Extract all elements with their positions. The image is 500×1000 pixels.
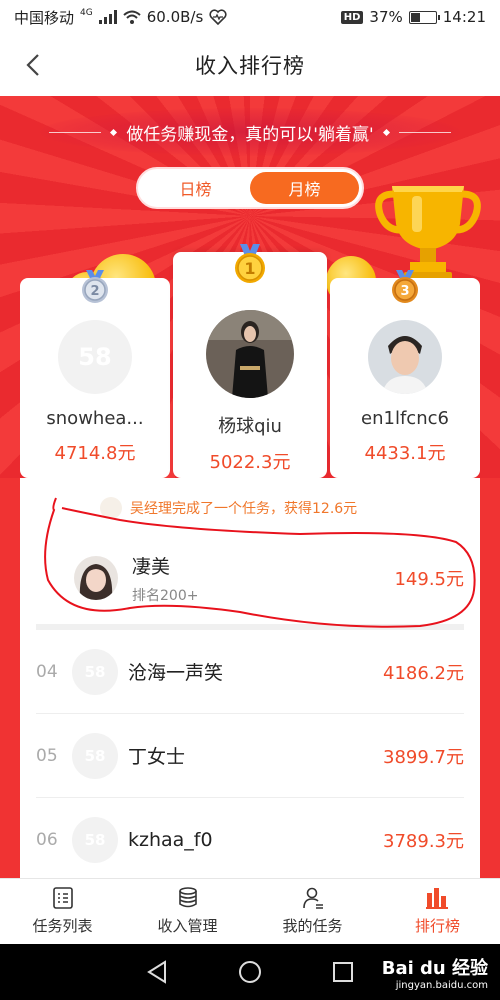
rank-number: 05 [36,745,58,766]
avatar [368,320,442,394]
avatar [206,310,294,398]
coins-stack-icon [178,887,197,908]
ticker-text: 吴经理完成了一个任务，获得12.6元 [130,501,358,517]
recents-square-icon[interactable] [332,961,354,983]
ticker-avatar [100,497,122,519]
chevron-left-icon [26,54,39,76]
carrier-label: 中国移动 [14,8,75,27]
medal-rank-number: 2 [90,284,99,299]
podium-card-first[interactable]: 1 杨球qiu 5022.3元 [173,244,327,478]
bottom-tab-bar: 任务列表 收入管理 我的任务 排行榜 [0,878,500,944]
rank-name: kzhaa_f0 [128,828,213,851]
page-title: 收入排行榜 [195,54,305,78]
period-toggle: 日榜 月榜 [136,167,364,209]
network-speed: 60.0B/s [146,8,204,26]
podium-name: en1lfcnc6 [361,408,449,429]
status-bar: 中国移动 4G 60.0B/s HD 37% 14:21 [0,0,500,34]
medal-bronze-icon: 3 [392,270,418,303]
avatar: 58 [72,732,118,779]
podium-name: 杨球qiu [218,416,282,437]
rank-amount: 4186.2元 [383,662,464,684]
podium-amount: 5022.3元 [209,452,291,473]
my-rank: 排名200+ [132,587,199,604]
my-name: 凄美 [132,555,171,578]
podium-name: snowhea... [46,408,144,429]
tab-label: 收入管理 [157,917,218,935]
battery-percent: 37% [369,8,403,26]
tab-monthly[interactable]: 月榜 [250,172,359,204]
podium-card-third[interactable]: 3 en1lfcnc6 4433.1元 [330,270,480,478]
ranking-row[interactable]: 04 58 沧海一声笑 4186.2元 [36,630,464,714]
watermark-url: jingyan.baidu.com [395,980,488,991]
avatar: 58 [58,320,132,394]
medal-gold-icon: 1 [235,244,265,283]
tab-label: 排行榜 [414,917,460,935]
battery-icon [408,10,440,24]
signal-icon [98,10,117,24]
wifi-icon [123,10,141,24]
ranking-row[interactable]: 05 58 丁女士 3899.7元 [36,714,464,798]
task-list-icon [52,887,73,909]
watermark: Bai du 经验 jingyan.baidu.com [382,954,488,991]
trophy-icon [375,186,481,282]
hd-badge: HD [340,10,364,24]
clock: 14:21 [442,8,486,26]
slogan-banner: 做任务赚现金，真的可以'躺着赢' [40,108,460,156]
rank-name: 丁女士 [128,746,186,768]
user-photo [368,320,442,394]
back-button[interactable] [18,50,48,80]
network-label: 4G [80,8,93,18]
tab-label: 我的任务 [282,917,343,935]
tab-my-tasks[interactable]: 我的任务 [250,879,375,944]
podium-amount: 4433.1元 [364,443,446,464]
home-circle-icon[interactable] [238,960,262,984]
user-photo [206,310,294,398]
slogan-text: 做任务赚现金，真的可以'躺着赢' [126,124,374,145]
medal-rank-number: 3 [400,284,409,299]
tab-daily[interactable]: 日榜 [141,172,250,204]
back-triangle-icon[interactable] [146,960,168,984]
my-amount: 149.5元 [394,569,464,590]
avatar [74,556,118,600]
rank-amount: 3899.7元 [383,746,464,768]
bar-chart-icon [425,888,448,909]
health-icon [209,9,227,25]
ranking-row[interactable]: 06 58 kzhaa_f0 3789.3元 [36,798,464,882]
medal-silver-icon: 2 [82,270,108,303]
my-rank-row[interactable]: 凄美 排名200+ 149.5元 [36,538,464,618]
person-icon [302,887,323,909]
rank-name: 沧海一声笑 [128,662,224,684]
tab-income[interactable]: 收入管理 [125,879,250,944]
tab-task-list[interactable]: 任务列表 [0,879,125,944]
user-photo [74,556,118,600]
ranking-section: 吴经理完成了一个任务，获得12.6元 凄美 排名200+ 149.5元 04 5… [0,478,500,882]
avatar: 58 [72,648,118,695]
medal-rank-number: 1 [244,259,255,278]
tab-label: 任务列表 [32,917,93,935]
activity-ticker: 吴经理完成了一个任务，获得12.6元 [100,496,357,520]
podium-amount: 4714.8元 [54,443,136,464]
podium-card-second[interactable]: 2 58 snowhea... 4714.8元 [20,270,170,478]
app-header: 收入排行榜 [0,34,500,96]
watermark-logo: Bai du 经验 [381,958,488,979]
rank-number: 06 [36,829,58,850]
rank-amount: 3789.3元 [383,830,464,852]
avatar: 58 [72,816,118,863]
tab-ranking[interactable]: 排行榜 [375,879,500,944]
rank-number: 04 [36,661,58,682]
